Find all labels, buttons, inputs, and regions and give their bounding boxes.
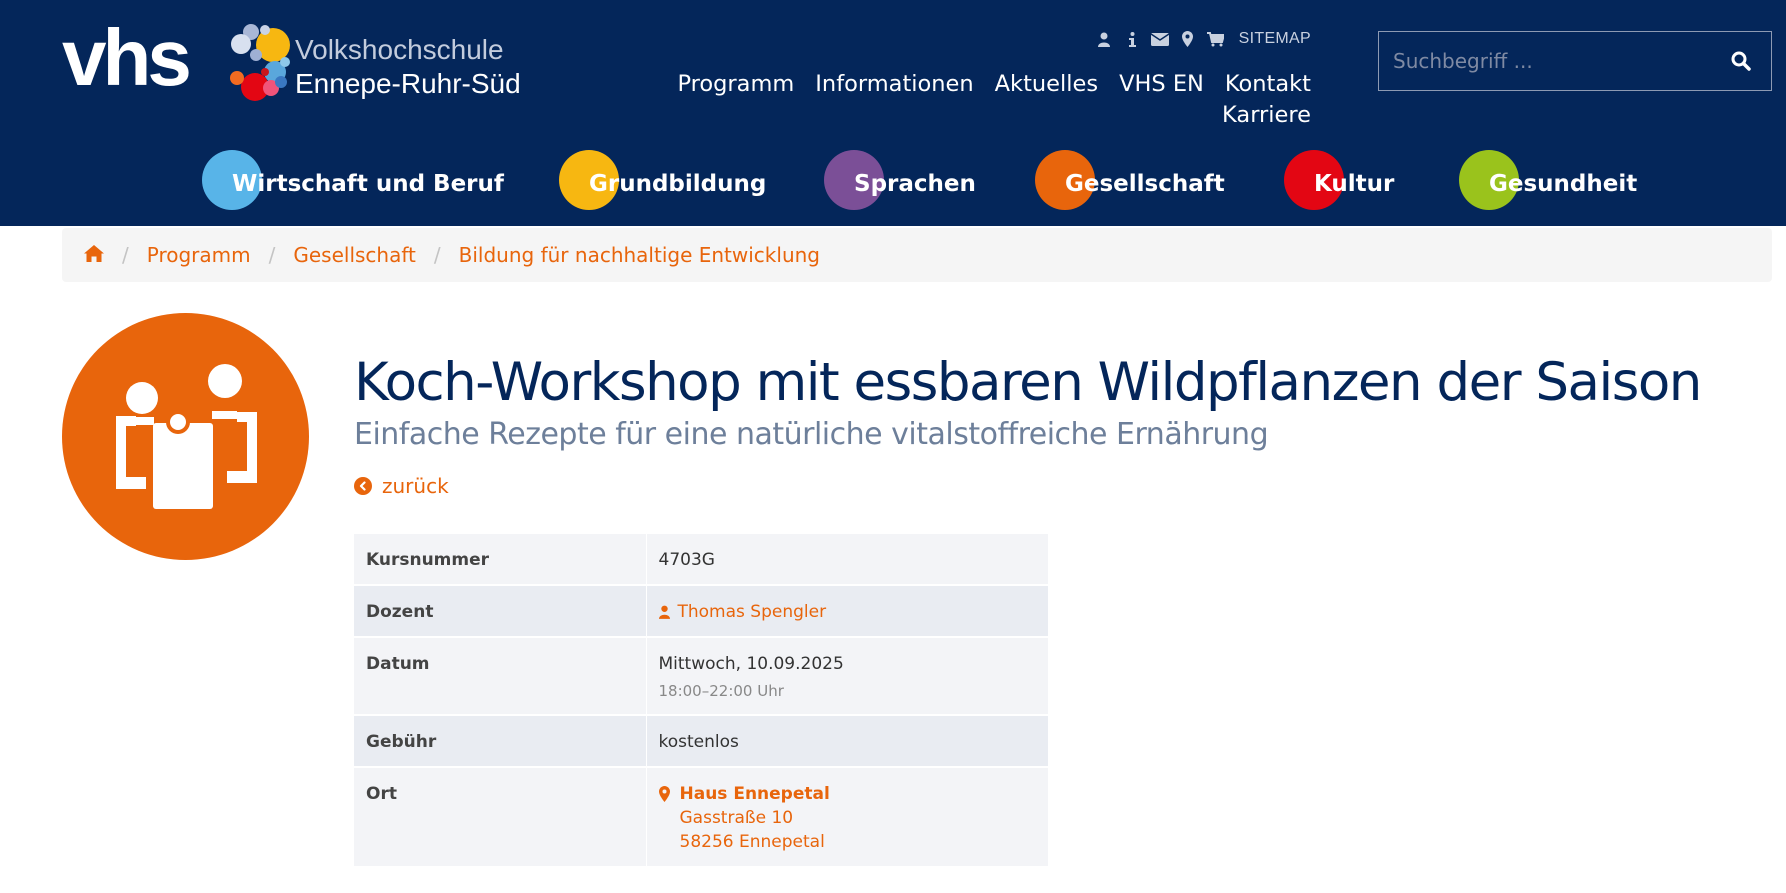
sitemap-link[interactable]: SITEMAP xyxy=(1239,30,1311,48)
breadcrumb: / Programm / Gesellschaft / Bildung für … xyxy=(62,228,1772,282)
main-navigation: Programm Informationen Aktuelles VHS EN … xyxy=(660,70,1311,130)
category-label: Gesellschaft xyxy=(1065,170,1225,197)
nav-vhs-en[interactable]: VHS EN xyxy=(1119,70,1204,99)
user-icon[interactable] xyxy=(1095,30,1113,48)
kursnummer-label: Kursnummer xyxy=(354,534,647,585)
breadcrumb-home[interactable] xyxy=(84,243,104,267)
search-input[interactable] xyxy=(1379,32,1709,90)
datum-label: Datum xyxy=(354,637,647,715)
dozent-cell: Thomas Spengler xyxy=(646,585,1048,637)
nav-aktuelles[interactable]: Aktuelles xyxy=(995,70,1098,99)
category-gesundheit[interactable]: Gesundheit xyxy=(1459,150,1637,212)
table-row: Ort Haus Ennepetal Gasstraße 10 58256 En… xyxy=(354,767,1048,867)
course-details-table: Kursnummer 4703G Dozent Thomas Spengler … xyxy=(354,534,1048,868)
logo-line-1: Volkshochschule xyxy=(295,34,504,65)
ort-address[interactable]: Haus Ennepetal Gasstraße 10 58256 Ennepe… xyxy=(680,784,830,852)
nav-karriere[interactable]: Karriere xyxy=(1222,101,1311,130)
dozent-name: Thomas Spengler xyxy=(677,602,827,622)
datum-value: Mittwoch, 10.09.2025 xyxy=(658,654,844,674)
datum-time: 18:00–22:00 Uhr xyxy=(658,682,784,700)
kursnummer-value: 4703G xyxy=(646,534,1048,585)
ort-city[interactable]: 58256 Ennepetal xyxy=(680,832,830,852)
ort-block: Haus Ennepetal Gasstraße 10 58256 Ennepe… xyxy=(658,784,1037,852)
dozent-label: Dozent xyxy=(354,585,647,637)
map-marker-icon xyxy=(658,786,670,802)
people-group-icon xyxy=(116,364,257,509)
table-row: Dozent Thomas Spengler xyxy=(354,585,1048,637)
breadcrumb-programm[interactable]: Programm xyxy=(147,243,251,267)
info-icon[interactable] xyxy=(1123,30,1141,48)
category-label: Sprachen xyxy=(854,170,976,197)
breadcrumb-gesellschaft[interactable]: Gesellschaft xyxy=(293,243,416,267)
category-nav: Wirtschaft und Beruf Grundbildung Sprach… xyxy=(0,150,1786,220)
ort-cell: Haus Ennepetal Gasstraße 10 58256 Ennepe… xyxy=(646,767,1048,867)
category-label: Kultur xyxy=(1314,170,1395,197)
nav-programm[interactable]: Programm xyxy=(677,70,794,99)
ort-street[interactable]: Gasstraße 10 xyxy=(680,808,830,828)
breadcrumb-separator: / xyxy=(433,243,441,267)
category-label: Grundbildung xyxy=(589,170,767,197)
search-box xyxy=(1378,31,1772,91)
course-title: Koch-Workshop mit essbaren Wildpflanzen … xyxy=(354,352,1702,413)
nav-kontakt[interactable]: Kontakt xyxy=(1225,70,1311,99)
category-label: Gesundheit xyxy=(1489,170,1638,197)
gebuehr-label: Gebühr xyxy=(354,715,647,767)
search-icon xyxy=(1731,51,1751,71)
category-sprachen[interactable]: Sprachen xyxy=(824,150,976,212)
category-label: Wirtschaft und Beruf xyxy=(232,170,504,197)
home-icon xyxy=(84,245,104,262)
course-subtitle: Einfache Rezepte für eine natürliche vit… xyxy=(354,417,1269,452)
logo-line-2: Ennepe-Ruhr-Süd xyxy=(295,68,521,99)
category-kultur[interactable]: Kultur xyxy=(1284,150,1394,212)
breadcrumb-separator: / xyxy=(268,243,276,267)
table-row: Datum Mittwoch, 10.09.2025 18:00–22:00 U… xyxy=(354,637,1048,715)
ort-label: Ort xyxy=(354,767,647,867)
cart-icon[interactable] xyxy=(1207,30,1225,48)
map-marker-icon[interactable] xyxy=(1179,30,1197,48)
topic-icon xyxy=(62,313,309,560)
site-header: vhs Volkshochschule Ennepe-Ruhr-Süd SITE… xyxy=(0,0,1786,226)
breadcrumb-separator: / xyxy=(122,243,129,267)
ort-name-link[interactable]: Haus Ennepetal xyxy=(680,784,830,804)
envelope-icon[interactable] xyxy=(1150,30,1169,48)
back-label: zurück xyxy=(382,474,449,498)
vhs-logo[interactable]: vhs Volkshochschule Ennepe-Ruhr-Süd xyxy=(62,18,542,112)
datum-cell: Mittwoch, 10.09.2025 18:00–22:00 Uhr xyxy=(646,637,1048,715)
category-wirtschaft-und-beruf[interactable]: Wirtschaft und Beruf xyxy=(202,150,504,212)
category-grundbildung[interactable]: Grundbildung xyxy=(559,150,766,212)
user-icon xyxy=(658,605,670,619)
dozent-link[interactable]: Thomas Spengler xyxy=(658,602,827,622)
nav-informationen[interactable]: Informationen xyxy=(815,70,973,99)
category-gesellschaft[interactable]: Gesellschaft xyxy=(1035,150,1225,212)
logo-wordmark: vhs xyxy=(62,13,192,102)
search-button[interactable] xyxy=(1711,32,1771,90)
chevron-left-circle-icon xyxy=(354,477,372,495)
gebuehr-value: kostenlos xyxy=(646,715,1048,767)
table-row: Gebühr kostenlos xyxy=(354,715,1048,767)
utility-nav: SITEMAP xyxy=(1095,30,1311,48)
back-link[interactable]: zurück xyxy=(354,474,449,498)
breadcrumb-bne[interactable]: Bildung für nachhaltige Entwicklung xyxy=(459,243,820,267)
table-row: Kursnummer 4703G xyxy=(354,534,1048,585)
